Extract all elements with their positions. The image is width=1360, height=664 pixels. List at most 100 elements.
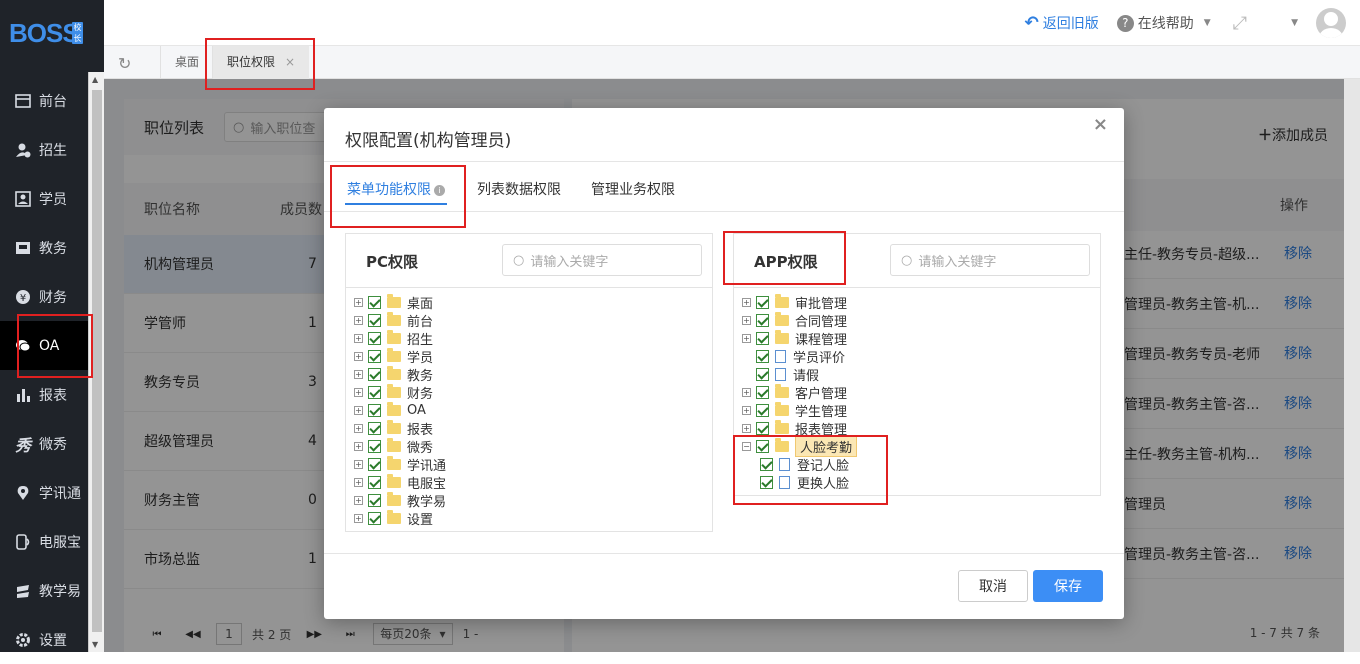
logo[interactable]: BOSS 校长 <box>0 0 88 72</box>
tree-node[interactable]: + 财务 <box>354 383 712 402</box>
expand-icon[interactable]: + <box>354 405 363 415</box>
expand-icon[interactable]: + <box>354 351 363 361</box>
refresh-icon[interactable]: ↻ <box>118 54 131 73</box>
expand-icon[interactable]: + <box>742 333 751 343</box>
page-scrollbar[interactable] <box>1344 79 1360 652</box>
tab-menu-permissions[interactable]: 菜单功能权限 i <box>345 179 447 205</box>
sidebar-item-weixiu[interactable]: 秀 微秀 <box>0 419 88 468</box>
checkbox[interactable] <box>760 457 773 471</box>
expand-icon[interactable]: + <box>354 441 363 451</box>
checkbox[interactable] <box>368 457 381 471</box>
checkbox[interactable] <box>756 367 769 381</box>
checkbox[interactable] <box>756 439 769 453</box>
expand-icon[interactable]: + <box>354 513 363 523</box>
expand-icon[interactable]: + <box>354 423 363 433</box>
fullscreen-icon[interactable]: ⤢ <box>1233 13 1247 34</box>
tree-node[interactable]: + 课程管理 <box>742 329 1100 348</box>
expand-icon[interactable]: + <box>354 333 363 343</box>
expand-icon[interactable]: + <box>354 369 363 379</box>
sidebar-item-oa[interactable]: OA <box>0 321 88 370</box>
expand-icon[interactable]: + <box>742 405 751 415</box>
tab-business-permissions[interactable]: 管理业务权限 <box>591 179 675 199</box>
sidebar-item-settings[interactable]: 设置 <box>0 615 88 664</box>
sidebar-item-report[interactable]: 报表 <box>0 370 88 419</box>
checkbox[interactable] <box>368 295 381 309</box>
expand-icon[interactable]: + <box>354 387 363 397</box>
sidebar-item-xuexuntong[interactable]: 学讯通 <box>0 468 88 517</box>
user-menu-chevron-icon[interactable]: ▼ <box>1291 18 1298 28</box>
checkbox[interactable] <box>756 385 769 399</box>
tree-node[interactable]: + 电服宝 <box>354 473 712 492</box>
tab-desk[interactable]: 桌面 <box>160 46 213 79</box>
checkbox[interactable] <box>368 403 381 417</box>
checkbox[interactable] <box>368 421 381 435</box>
expand-icon[interactable]: + <box>742 297 751 307</box>
checkbox[interactable] <box>368 313 381 327</box>
tab-list-data-permissions[interactable]: 列表数据权限 <box>477 179 561 199</box>
collapse-icon[interactable]: − <box>742 441 751 451</box>
tree-node[interactable]: 学员评价 <box>742 347 1100 366</box>
expand-icon[interactable]: + <box>354 297 363 307</box>
tree-node[interactable]: + 合同管理 <box>742 311 1100 330</box>
cancel-button[interactable]: 取消 <box>958 570 1028 602</box>
expand-icon[interactable]: + <box>354 459 363 469</box>
expand-icon[interactable]: + <box>742 423 751 433</box>
app-search-input[interactable]: ○ 请输入关键字 <box>890 244 1090 276</box>
expand-icon[interactable]: + <box>354 315 363 325</box>
tree-node[interactable]: + 教务 <box>354 365 712 384</box>
scrollbar-thumb[interactable] <box>92 90 102 632</box>
checkbox[interactable] <box>756 295 769 309</box>
expand-icon[interactable]: + <box>742 315 751 325</box>
pc-search-input[interactable]: ○ 请输入关键字 <box>502 244 702 276</box>
sidebar-item-dianfubao[interactable]: 电服宝 <box>0 517 88 566</box>
checkbox[interactable] <box>368 349 381 363</box>
sidebar-item-desk[interactable]: 前台 <box>0 76 88 125</box>
checkbox[interactable] <box>368 367 381 381</box>
checkbox[interactable] <box>760 475 773 489</box>
tree-node[interactable]: + 学生管理 <box>742 401 1100 420</box>
close-tab-icon[interactable]: × <box>285 55 295 69</box>
online-help-menu[interactable]: ? 在线帮助 ▼ <box>1116 13 1211 33</box>
checkbox[interactable] <box>368 385 381 399</box>
save-button[interactable]: 保存 <box>1033 570 1103 602</box>
checkbox[interactable] <box>756 421 769 435</box>
tree-node[interactable]: + 微秀 <box>354 437 712 456</box>
back-old-version-link[interactable]: ↶ 返回旧版 <box>1025 13 1099 33</box>
avatar[interactable] <box>1316 8 1346 38</box>
scroll-up-icon[interactable]: ▲ <box>92 75 98 84</box>
sidebar-item-finance[interactable]: ¥ 财务 <box>0 272 88 321</box>
sidebar-item-jiaoxueyi[interactable]: 教学易 <box>0 566 88 615</box>
tree-node[interactable]: + 报表 <box>354 419 712 438</box>
tree-node[interactable]: + 审批管理 <box>742 293 1100 312</box>
tree-node[interactable]: + 客户管理 <box>742 383 1100 402</box>
expand-icon[interactable]: + <box>354 477 363 487</box>
tree-node[interactable]: + 前台 <box>354 311 712 330</box>
tree-node[interactable]: + 学讯通 <box>354 455 712 474</box>
sidebar-item-academic[interactable]: 教务 <box>0 223 88 272</box>
tree-node[interactable]: − 人脸考勤 <box>742 435 1100 457</box>
scroll-down-icon[interactable]: ▼ <box>92 640 98 649</box>
checkbox[interactable] <box>368 439 381 453</box>
tree-node[interactable]: + 招生 <box>354 329 712 348</box>
sidebar-scrollbar[interactable]: ▲ ▼ <box>88 72 104 652</box>
checkbox[interactable] <box>756 313 769 327</box>
tree-node[interactable]: 请假 <box>742 365 1100 384</box>
tree-node[interactable]: + OA <box>354 401 712 419</box>
close-icon[interactable]: × <box>1093 114 1108 135</box>
checkbox[interactable] <box>756 403 769 417</box>
checkbox[interactable] <box>756 331 769 345</box>
sidebar-item-student[interactable]: 学员 <box>0 174 88 223</box>
checkbox[interactable] <box>756 349 769 363</box>
expand-icon[interactable]: + <box>742 387 751 397</box>
tree-node[interactable]: + 设置 <box>354 509 712 528</box>
tree-node[interactable]: 登记人脸 <box>760 455 1100 474</box>
tree-node[interactable]: + 学员 <box>354 347 712 366</box>
checkbox[interactable] <box>368 331 381 345</box>
expand-icon[interactable]: + <box>354 495 363 505</box>
checkbox[interactable] <box>368 493 381 507</box>
tree-node[interactable]: + 报表管理 <box>742 419 1100 438</box>
sidebar-item-enroll[interactable]: 招生 <box>0 125 88 174</box>
checkbox[interactable] <box>368 511 381 525</box>
tab-position-permissions[interactable]: 职位权限 × <box>212 46 310 79</box>
checkbox[interactable] <box>368 475 381 489</box>
